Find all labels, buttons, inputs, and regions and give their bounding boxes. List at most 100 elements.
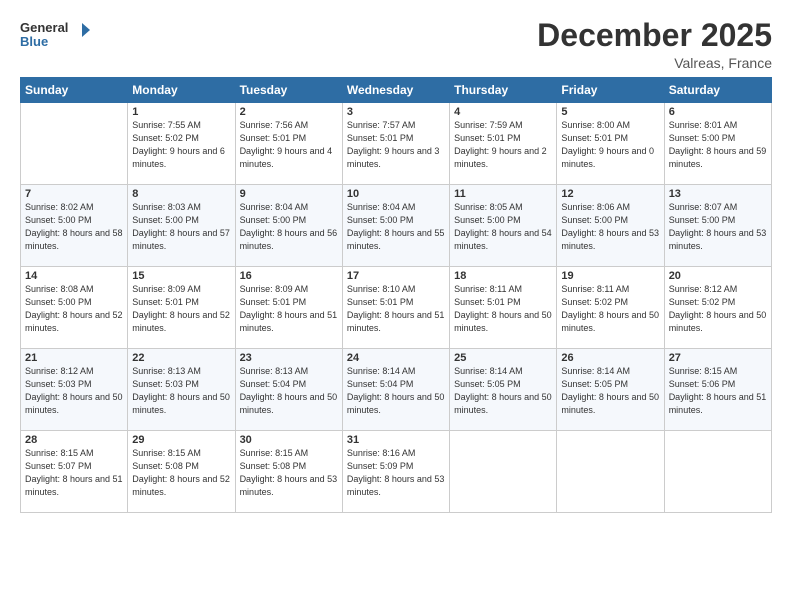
day-number: 20 [669,270,767,282]
day-info: Sunrise: 8:11 AMSunset: 5:02 PMDaylight:… [561,283,659,335]
day-number: 18 [454,270,552,282]
header: General Blue December 2025 Valreas, Fran… [20,18,772,71]
cell-week1-day7: 6 Sunrise: 8:01 AMSunset: 5:00 PMDayligh… [664,103,771,185]
day-number: 11 [454,188,552,200]
cell-week2-day4: 10 Sunrise: 8:04 AMSunset: 5:00 PMDaylig… [342,185,449,267]
week-row-3: 14 Sunrise: 8:08 AMSunset: 5:00 PMDaylig… [21,267,772,349]
day-info: Sunrise: 8:10 AMSunset: 5:01 PMDaylight:… [347,283,445,335]
week-row-5: 28 Sunrise: 8:15 AMSunset: 5:07 PMDaylig… [21,431,772,513]
cell-week5-day4: 31 Sunrise: 8:16 AMSunset: 5:09 PMDaylig… [342,431,449,513]
day-number: 30 [240,434,338,446]
header-saturday: Saturday [664,78,771,103]
day-info: Sunrise: 8:09 AMSunset: 5:01 PMDaylight:… [240,283,338,335]
day-info: Sunrise: 8:12 AMSunset: 5:03 PMDaylight:… [25,365,123,417]
svg-text:Blue: Blue [20,34,48,49]
day-info: Sunrise: 8:01 AMSunset: 5:00 PMDaylight:… [669,119,767,171]
cell-week4-day7: 27 Sunrise: 8:15 AMSunset: 5:06 PMDaylig… [664,349,771,431]
day-number: 10 [347,188,445,200]
day-info: Sunrise: 8:16 AMSunset: 5:09 PMDaylight:… [347,447,445,499]
day-info: Sunrise: 7:55 AMSunset: 5:02 PMDaylight:… [132,119,230,171]
cell-week2-day5: 11 Sunrise: 8:05 AMSunset: 5:00 PMDaylig… [450,185,557,267]
day-info: Sunrise: 8:13 AMSunset: 5:04 PMDaylight:… [240,365,338,417]
cell-week2-day7: 13 Sunrise: 8:07 AMSunset: 5:00 PMDaylig… [664,185,771,267]
header-thursday: Thursday [450,78,557,103]
day-info: Sunrise: 8:14 AMSunset: 5:04 PMDaylight:… [347,365,445,417]
month-title: December 2025 [537,18,772,53]
day-info: Sunrise: 8:00 AMSunset: 5:01 PMDaylight:… [561,119,659,171]
day-info: Sunrise: 8:09 AMSunset: 5:01 PMDaylight:… [132,283,230,335]
day-number: 15 [132,270,230,282]
day-info: Sunrise: 8:15 AMSunset: 5:06 PMDaylight:… [669,365,767,417]
cell-week1-day1 [21,103,128,185]
cell-week4-day1: 21 Sunrise: 8:12 AMSunset: 5:03 PMDaylig… [21,349,128,431]
cell-week1-day3: 2 Sunrise: 7:56 AMSunset: 5:01 PMDayligh… [235,103,342,185]
day-info: Sunrise: 8:12 AMSunset: 5:02 PMDaylight:… [669,283,767,335]
day-info: Sunrise: 8:14 AMSunset: 5:05 PMDaylight:… [454,365,552,417]
day-info: Sunrise: 8:15 AMSunset: 5:07 PMDaylight:… [25,447,123,499]
day-info: Sunrise: 8:08 AMSunset: 5:00 PMDaylight:… [25,283,123,335]
weekday-header-row: Sunday Monday Tuesday Wednesday Thursday… [21,78,772,103]
day-info: Sunrise: 8:14 AMSunset: 5:05 PMDaylight:… [561,365,659,417]
cell-week3-day7: 20 Sunrise: 8:12 AMSunset: 5:02 PMDaylig… [664,267,771,349]
week-row-4: 21 Sunrise: 8:12 AMSunset: 5:03 PMDaylig… [21,349,772,431]
cell-week1-day4: 3 Sunrise: 7:57 AMSunset: 5:01 PMDayligh… [342,103,449,185]
day-number: 2 [240,106,338,118]
header-wednesday: Wednesday [342,78,449,103]
day-number: 13 [669,188,767,200]
day-number: 6 [669,106,767,118]
day-number: 17 [347,270,445,282]
day-number: 5 [561,106,659,118]
calendar-table: Sunday Monday Tuesday Wednesday Thursday… [20,77,772,513]
cell-week4-day3: 23 Sunrise: 8:13 AMSunset: 5:04 PMDaylig… [235,349,342,431]
day-number: 16 [240,270,338,282]
day-info: Sunrise: 7:57 AMSunset: 5:01 PMDaylight:… [347,119,445,171]
day-info: Sunrise: 8:02 AMSunset: 5:00 PMDaylight:… [25,201,123,253]
day-info: Sunrise: 8:15 AMSunset: 5:08 PMDaylight:… [132,447,230,499]
day-number: 26 [561,352,659,364]
day-info: Sunrise: 8:13 AMSunset: 5:03 PMDaylight:… [132,365,230,417]
cell-week5-day6 [557,431,664,513]
cell-week1-day5: 4 Sunrise: 7:59 AMSunset: 5:01 PMDayligh… [450,103,557,185]
day-number: 27 [669,352,767,364]
location: Valreas, France [537,55,772,71]
day-number: 25 [454,352,552,364]
day-number: 7 [25,188,123,200]
header-monday: Monday [128,78,235,103]
cell-week3-day1: 14 Sunrise: 8:08 AMSunset: 5:00 PMDaylig… [21,267,128,349]
title-block: December 2025 Valreas, France [537,18,772,71]
cell-week2-day1: 7 Sunrise: 8:02 AMSunset: 5:00 PMDayligh… [21,185,128,267]
week-row-1: 1 Sunrise: 7:55 AMSunset: 5:02 PMDayligh… [21,103,772,185]
day-number: 9 [240,188,338,200]
day-number: 1 [132,106,230,118]
cell-week4-day6: 26 Sunrise: 8:14 AMSunset: 5:05 PMDaylig… [557,349,664,431]
day-info: Sunrise: 8:05 AMSunset: 5:00 PMDaylight:… [454,201,552,253]
cell-week4-day5: 25 Sunrise: 8:14 AMSunset: 5:05 PMDaylig… [450,349,557,431]
day-info: Sunrise: 8:15 AMSunset: 5:08 PMDaylight:… [240,447,338,499]
day-number: 23 [240,352,338,364]
day-info: Sunrise: 8:07 AMSunset: 5:00 PMDaylight:… [669,201,767,253]
header-friday: Friday [557,78,664,103]
day-number: 21 [25,352,123,364]
cell-week3-day2: 15 Sunrise: 8:09 AMSunset: 5:01 PMDaylig… [128,267,235,349]
day-info: Sunrise: 8:11 AMSunset: 5:01 PMDaylight:… [454,283,552,335]
cell-week2-day3: 9 Sunrise: 8:04 AMSunset: 5:00 PMDayligh… [235,185,342,267]
cell-week2-day2: 8 Sunrise: 8:03 AMSunset: 5:00 PMDayligh… [128,185,235,267]
day-info: Sunrise: 8:03 AMSunset: 5:00 PMDaylight:… [132,201,230,253]
day-number: 3 [347,106,445,118]
cell-week3-day6: 19 Sunrise: 8:11 AMSunset: 5:02 PMDaylig… [557,267,664,349]
day-number: 31 [347,434,445,446]
logo: General Blue [20,18,90,54]
cell-week5-day2: 29 Sunrise: 8:15 AMSunset: 5:08 PMDaylig… [128,431,235,513]
cell-week4-day2: 22 Sunrise: 8:13 AMSunset: 5:03 PMDaylig… [128,349,235,431]
cell-week5-day1: 28 Sunrise: 8:15 AMSunset: 5:07 PMDaylig… [21,431,128,513]
cell-week3-day5: 18 Sunrise: 8:11 AMSunset: 5:01 PMDaylig… [450,267,557,349]
cell-week5-day3: 30 Sunrise: 8:15 AMSunset: 5:08 PMDaylig… [235,431,342,513]
day-info: Sunrise: 8:04 AMSunset: 5:00 PMDaylight:… [347,201,445,253]
day-number: 4 [454,106,552,118]
day-number: 8 [132,188,230,200]
svg-text:General: General [20,20,68,35]
day-info: Sunrise: 7:59 AMSunset: 5:01 PMDaylight:… [454,119,552,171]
day-number: 29 [132,434,230,446]
cell-week2-day6: 12 Sunrise: 8:06 AMSunset: 5:00 PMDaylig… [557,185,664,267]
cell-week3-day3: 16 Sunrise: 8:09 AMSunset: 5:01 PMDaylig… [235,267,342,349]
